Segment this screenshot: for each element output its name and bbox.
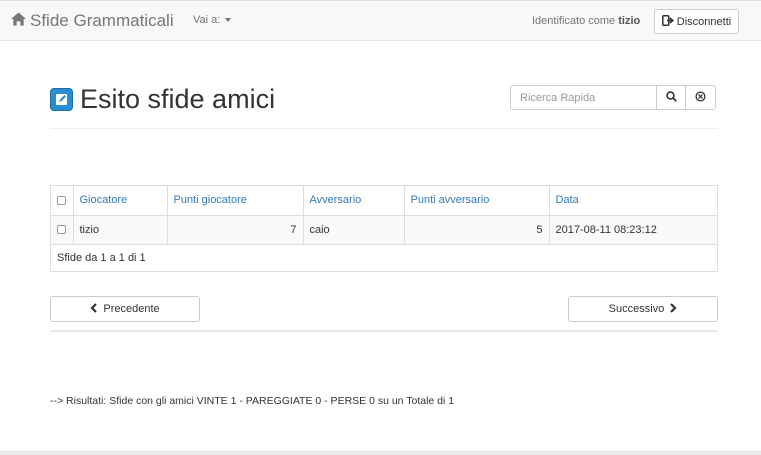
results-summary: --> Risultati: Sfide con gli amici VINTE…	[50, 395, 455, 407]
search-input[interactable]	[510, 85, 657, 110]
col-header-giocatore[interactable]: Giocatore	[73, 186, 168, 216]
cell-avversario: caio	[303, 215, 405, 245]
home-icon	[11, 11, 30, 31]
user-prefix: Identificato come	[532, 15, 616, 27]
username: tizio	[618, 15, 641, 27]
next-label: Successivo	[608, 303, 665, 315]
page-header: Esito sfide amici	[50, 84, 275, 114]
logout-button[interactable]: Disconnetti	[654, 9, 739, 34]
col-header-punti-avversario[interactable]: Punti avversario	[404, 186, 550, 216]
chevron-left-icon	[90, 302, 103, 316]
search-button[interactable]	[656, 85, 686, 110]
goto-menu[interactable]: Vai a:	[193, 14, 232, 26]
caret-down-icon	[225, 18, 232, 22]
row-checkbox[interactable]	[57, 225, 67, 235]
next-button[interactable]: Successivo	[568, 296, 718, 322]
previous-label: Precedente	[103, 303, 160, 315]
cell-punti-avversario: 5	[404, 215, 550, 245]
edit-icon	[50, 87, 73, 111]
col-header-punti-giocatore[interactable]: Punti giocatore	[167, 186, 304, 216]
brand-link[interactable]: Sfide Grammaticali	[11, 11, 174, 31]
brand-title: Sfide Grammaticali	[30, 11, 174, 30]
quick-search	[510, 85, 716, 110]
cell-punti-giocatore: 7	[167, 215, 304, 245]
chevron-right-icon	[664, 302, 677, 316]
search-icon	[665, 90, 677, 105]
select-all-checkbox[interactable]	[57, 195, 67, 205]
col-header-data[interactable]: Data	[549, 186, 717, 216]
header-divider	[50, 128, 718, 129]
results-table: Giocatore Punti giocatore Avversario Pun…	[50, 185, 718, 272]
cell-data: 2017-08-11 08:23:12	[549, 215, 717, 245]
goto-menu-label: Vai a:	[193, 14, 221, 26]
clear-icon	[695, 90, 706, 105]
clear-search-button[interactable]	[685, 85, 716, 110]
table-footer: Sfide da 1 a 1 di 1	[57, 251, 146, 264]
cell-giocatore: tizio	[73, 215, 168, 245]
table-header-row: Giocatore Punti giocatore Avversario Pun…	[51, 186, 717, 216]
page-title: Esito sfide amici	[80, 84, 276, 114]
bottom-bar	[0, 451, 761, 455]
user-info: Identificato come tizio	[532, 15, 640, 27]
previous-button[interactable]: Precedente	[50, 296, 200, 322]
logout-label: Disconnetti	[676, 15, 732, 28]
table-row[interactable]: tizio 7 caio 5 2017-08-11 08:23:12	[51, 215, 717, 245]
pagination-divider	[50, 330, 718, 332]
logout-icon	[661, 14, 677, 29]
navbar: Sfide Grammaticali Vai a: Identificato c…	[0, 0, 761, 41]
select-all-cell	[51, 186, 74, 216]
row-select-cell	[51, 215, 74, 245]
col-header-avversario[interactable]: Avversario	[303, 186, 405, 216]
